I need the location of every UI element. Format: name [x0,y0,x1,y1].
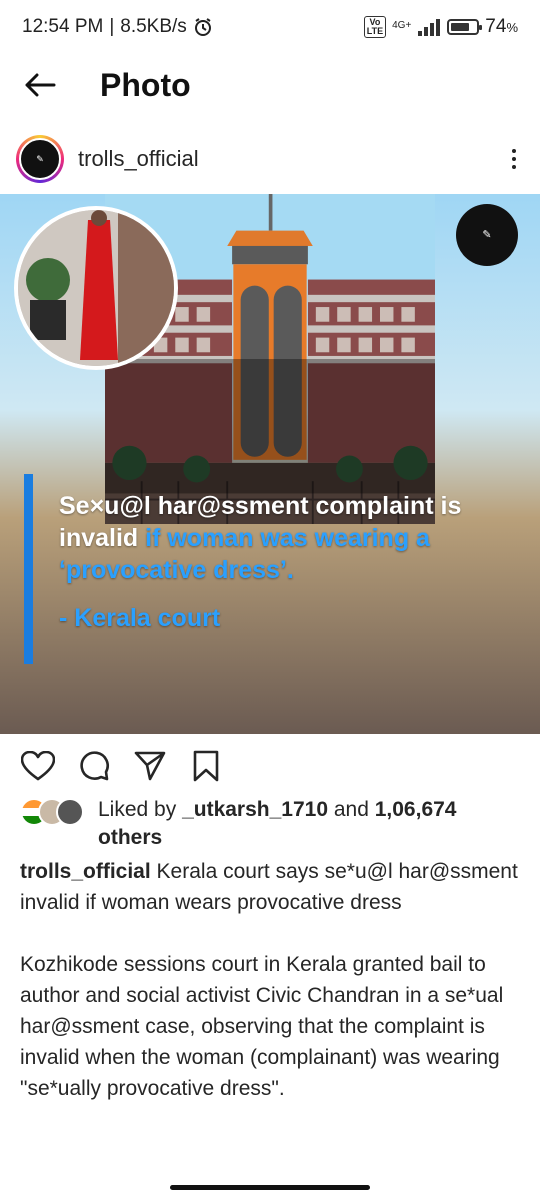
likes-others[interactable]: others [98,826,162,849]
back-arrow-icon [25,73,56,97]
liker-avatar [56,798,84,826]
post-caption: trolls_official Kerala court says se*u@l… [20,856,520,1104]
home-indicator[interactable] [170,1185,370,1190]
liker-avatars [20,798,94,828]
page-title: Photo [100,66,191,103]
likes-count[interactable]: 1,06,674 [375,798,457,821]
caption-text-2: Kozhikode sessions court in Kerala grant… [20,953,504,1100]
liker-username[interactable]: _utkarsh_1710 [182,798,328,821]
comment-icon [80,751,109,781]
status-bar: 12:54 PM | 8.5KB/s Vo LTE 4G+ 74% [22,16,518,38]
headline-source: - Kerala court [59,604,221,632]
woman-in-red-dress-image [18,210,174,366]
likes-text: Liked by _utkarsh_1710 and 1,06,674 othe… [98,798,457,849]
heart-icon [21,751,55,781]
app-bar: Photo [0,54,540,116]
share-button[interactable] [128,744,172,788]
avatar-logo: ✎ [19,138,61,180]
back-button[interactable] [0,54,80,116]
post-actions [0,740,540,792]
share-icon [134,751,166,781]
inset-photo [14,206,178,370]
post-image[interactable]: ✎ Se×u@l har@ssment complaint is invalid… [0,194,540,734]
volte-icon: Vo LTE [363,16,387,38]
comment-button[interactable] [72,744,116,788]
bookmark-icon [193,750,219,782]
alarm-icon [194,18,211,36]
post-header: ✎ trolls_official [0,128,540,190]
signal-icon [418,19,441,36]
status-time: 12:54 PM [22,16,104,37]
trolls-official-logo: ✎ [456,204,518,266]
status-speed: 8.5KB/s [120,16,187,37]
headline-quote: Se×u@l har@ssment complaint is invalid i… [24,474,514,664]
battery-icon [447,19,483,35]
likes-summary[interactable]: Liked by _utkarsh_1710 and 1,06,674 othe… [20,796,520,852]
post-username[interactable]: trolls_official [78,146,199,172]
caption-username[interactable]: trolls_official [20,860,151,883]
battery-percent: 74 [485,16,507,37]
profile-avatar[interactable]: ✎ [16,135,64,183]
like-button[interactable] [16,744,60,788]
more-vertical-icon [512,149,516,153]
more-options-button[interactable] [502,139,526,179]
save-button[interactable] [184,744,228,788]
network-type: 4G+ [392,20,412,31]
